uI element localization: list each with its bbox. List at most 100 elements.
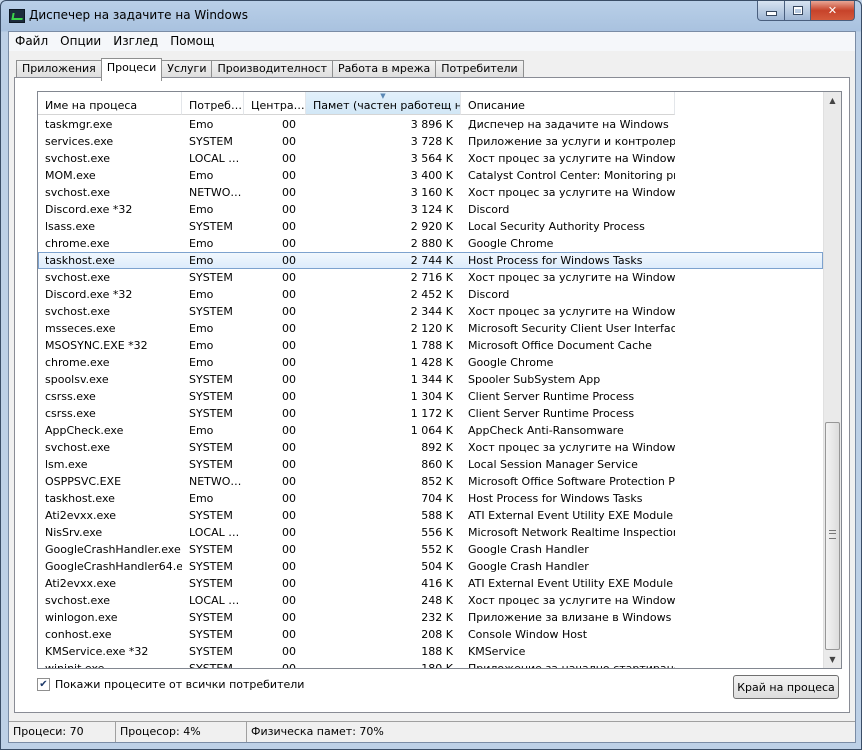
cell-user: SYSTEM xyxy=(189,458,233,471)
cell-image-name: spoolsv.exe xyxy=(45,373,109,386)
status-cpu: Процесор: 4% xyxy=(116,722,247,742)
cell-description: Client Server Runtime Process xyxy=(468,407,635,420)
table-row[interactable]: lsass.exe SYSTEM 00 2 920 K Local Security A… xyxy=(38,218,823,235)
close-icon: ✕ xyxy=(827,4,838,17)
menu-view[interactable]: Изглед xyxy=(107,32,164,51)
cell-cpu: 00 xyxy=(282,509,296,522)
menu-help[interactable]: Помощ xyxy=(164,32,220,51)
table-row[interactable]: Ati2evxx.exe SYSTEM 00 416 K ATI External Ev… xyxy=(38,575,823,592)
table-row[interactable]: svchost.exe SYSTEM 00 2 716 K Хост процес за… xyxy=(38,269,823,286)
table-row[interactable]: wininit.exe SYSTEM 00 180 K Приложение за на… xyxy=(38,660,823,668)
table-row[interactable]: csrss.exe SYSTEM 00 1 304 K Client Server Ru… xyxy=(38,388,823,405)
end-process-button[interactable]: Край на процеса xyxy=(733,675,839,699)
table-row[interactable]: AppCheck.exe Emo 00 1 064 K AppCheck Anti-Ra… xyxy=(38,422,823,439)
table-row[interactable]: MSOSYNC.EXE *32 Emo 00 1 788 K Microsoft Off… xyxy=(38,337,823,354)
menu-bar: Файл Опции Изглед Помощ xyxy=(9,32,855,51)
cell-user: Emo xyxy=(189,203,214,216)
cell-image-name: services.exe xyxy=(45,135,114,148)
cell-user: Emo xyxy=(189,254,214,267)
table-row[interactable]: svchost.exe SYSTEM 00 2 344 K Хост процес за… xyxy=(38,303,823,320)
table-row[interactable]: GoogleCrashHandler.exe… SYSTEM 00 552 K Goog… xyxy=(38,541,823,558)
column-description[interactable]: Описание xyxy=(461,92,675,115)
menu-options[interactable]: Опции xyxy=(54,32,107,51)
table-row[interactable]: taskhost.exe Emo 00 704 K Host Process for W… xyxy=(38,490,823,507)
minimize-icon xyxy=(765,11,777,16)
column-cpu[interactable]: Центра… xyxy=(244,92,306,115)
cell-memory: 248 K xyxy=(421,594,453,607)
scroll-down-icon[interactable]: ▼ xyxy=(824,651,841,668)
cell-user: SYSTEM xyxy=(189,628,233,641)
status-bar: Процеси: 70 Процесор: 4% Физическа памет… xyxy=(9,721,855,742)
cell-cpu: 00 xyxy=(282,135,296,148)
scroll-thumb[interactable] xyxy=(825,422,840,650)
cell-description: Microsoft Office Software Protection Pl… xyxy=(468,475,675,488)
table-row[interactable]: Ati2evxx.exe SYSTEM 00 588 K ATI External Ev… xyxy=(38,507,823,524)
cell-description: Local Security Authority Process xyxy=(468,220,645,233)
cell-cpu: 00 xyxy=(282,441,296,454)
table-row[interactable]: OSPPSVC.EXE NETWO… 00 852 K Microsoft Office… xyxy=(38,473,823,490)
cell-description: Google Crash Handler xyxy=(468,560,589,573)
cell-cpu: 00 xyxy=(282,611,296,624)
column-user[interactable]: Потреб… xyxy=(182,92,244,115)
cell-memory: 860 K xyxy=(421,458,453,471)
table-row[interactable]: csrss.exe SYSTEM 00 1 172 K Client Server Ru… xyxy=(38,405,823,422)
vertical-scrollbar[interactable]: ▲ ▼ xyxy=(823,92,841,668)
cell-description: Console Window Host xyxy=(468,628,588,641)
cell-description: Spooler SubSystem App xyxy=(468,373,601,386)
cell-cpu: 00 xyxy=(282,594,296,607)
table-row[interactable]: Discord.exe *32 Emo 00 2 452 K Discord xyxy=(38,286,823,303)
table-row[interactable]: svchost.exe LOCAL … 00 3 564 K Хост процес з… xyxy=(38,150,823,167)
cell-description: Хост процес за услугите на Windows xyxy=(468,441,675,454)
cell-user: SYSTEM xyxy=(189,407,233,420)
table-row[interactable]: winlogon.exe SYSTEM 00 232 K Приложение за в… xyxy=(38,609,823,626)
scroll-up-icon[interactable]: ▲ xyxy=(824,92,841,109)
column-memory[interactable]: ▼ Памет (частен работещ н… xyxy=(306,92,461,115)
table-row[interactable]: taskhost.exe Emo 00 2 744 K Host Process for… xyxy=(38,252,823,269)
table-row[interactable]: MOM.exe Emo 00 3 400 K Catalyst Control Cent… xyxy=(38,167,823,184)
show-all-users-option[interactable]: ✔ Покажи процесите от всички потребители xyxy=(37,678,304,691)
show-all-users-checkbox[interactable]: ✔ xyxy=(37,678,50,691)
table-row[interactable]: msseces.exe Emo 00 2 120 K Microsoft Securit… xyxy=(38,320,823,337)
table-row[interactable]: NisSrv.exe LOCAL … 00 556 K Microsoft Networ… xyxy=(38,524,823,541)
table-row[interactable]: chrome.exe Emo 00 2 880 K Google Chrome xyxy=(38,235,823,252)
cell-image-name: GoogleCrashHandler64.exe xyxy=(45,560,182,573)
table-row[interactable]: Discord.exe *32 Emo 00 3 124 K Discord xyxy=(38,201,823,218)
title-bar[interactable]: Диспечер на задачите на Windows ✕ xyxy=(1,1,861,31)
cell-description: Catalyst Control Center: Monitoring pr… xyxy=(468,169,675,182)
cell-user: SYSTEM xyxy=(189,373,233,386)
table-row[interactable]: GoogleCrashHandler64.exe SYSTEM 00 504 K Goo… xyxy=(38,558,823,575)
table-row[interactable]: services.exe SYSTEM 00 3 728 K Приложение за… xyxy=(38,133,823,150)
table-row[interactable]: svchost.exe LOCAL … 00 248 K Хост процес за … xyxy=(38,592,823,609)
cell-memory: 1 304 K xyxy=(410,390,453,403)
tab-processes[interactable]: Процеси xyxy=(100,58,163,81)
cell-description: Хост процес за услугите на Windows xyxy=(468,305,675,318)
cell-cpu: 00 xyxy=(282,118,296,131)
cell-description: ATI External Event Utility EXE Module xyxy=(468,577,674,590)
cell-cpu: 00 xyxy=(282,220,296,233)
column-image-name[interactable]: Име на процеса xyxy=(38,92,182,115)
cell-memory: 852 K xyxy=(421,475,453,488)
cell-memory: 552 K xyxy=(421,543,453,556)
cell-user: NETWO… xyxy=(189,475,242,488)
menu-file[interactable]: Файл xyxy=(9,32,54,51)
cell-memory: 188 K xyxy=(421,645,453,658)
cell-cpu: 00 xyxy=(282,237,296,250)
table-row[interactable]: taskmgr.exe Emo 00 3 896 K Диспечер на задач… xyxy=(38,116,823,133)
table-row[interactable]: conhost.exe SYSTEM 00 208 K Console Window H… xyxy=(38,626,823,643)
table-row[interactable]: KMService.exe *32 SYSTEM 00 188 K KMService xyxy=(38,643,823,660)
cell-description: Хост процес за услугите на Windows xyxy=(468,594,675,607)
cell-description: Discord xyxy=(468,203,510,216)
cell-cpu: 00 xyxy=(282,203,296,216)
table-row[interactable]: svchost.exe SYSTEM 00 892 K Хост процес за у… xyxy=(38,439,823,456)
table-row[interactable]: lsm.exe SYSTEM 00 860 K Local Session Manage… xyxy=(38,456,823,473)
table-row[interactable]: svchost.exe NETWO… 00 3 160 K Хост процес за… xyxy=(38,184,823,201)
table-row[interactable]: spoolsv.exe SYSTEM 00 1 344 K Spooler SubSys… xyxy=(38,371,823,388)
table-row[interactable]: chrome.exe Emo 00 1 428 K Google Chrome xyxy=(38,354,823,371)
close-button[interactable]: ✕ xyxy=(811,1,855,21)
minimize-button[interactable] xyxy=(757,1,785,21)
cell-image-name: svchost.exe xyxy=(45,152,111,165)
process-rows: taskmgr.exe Emo 00 3 896 K Диспечер на задач… xyxy=(38,116,823,668)
cell-cpu: 00 xyxy=(282,424,296,437)
cell-image-name: OSPPSVC.EXE xyxy=(45,475,122,488)
maximize-button[interactable] xyxy=(785,1,811,21)
